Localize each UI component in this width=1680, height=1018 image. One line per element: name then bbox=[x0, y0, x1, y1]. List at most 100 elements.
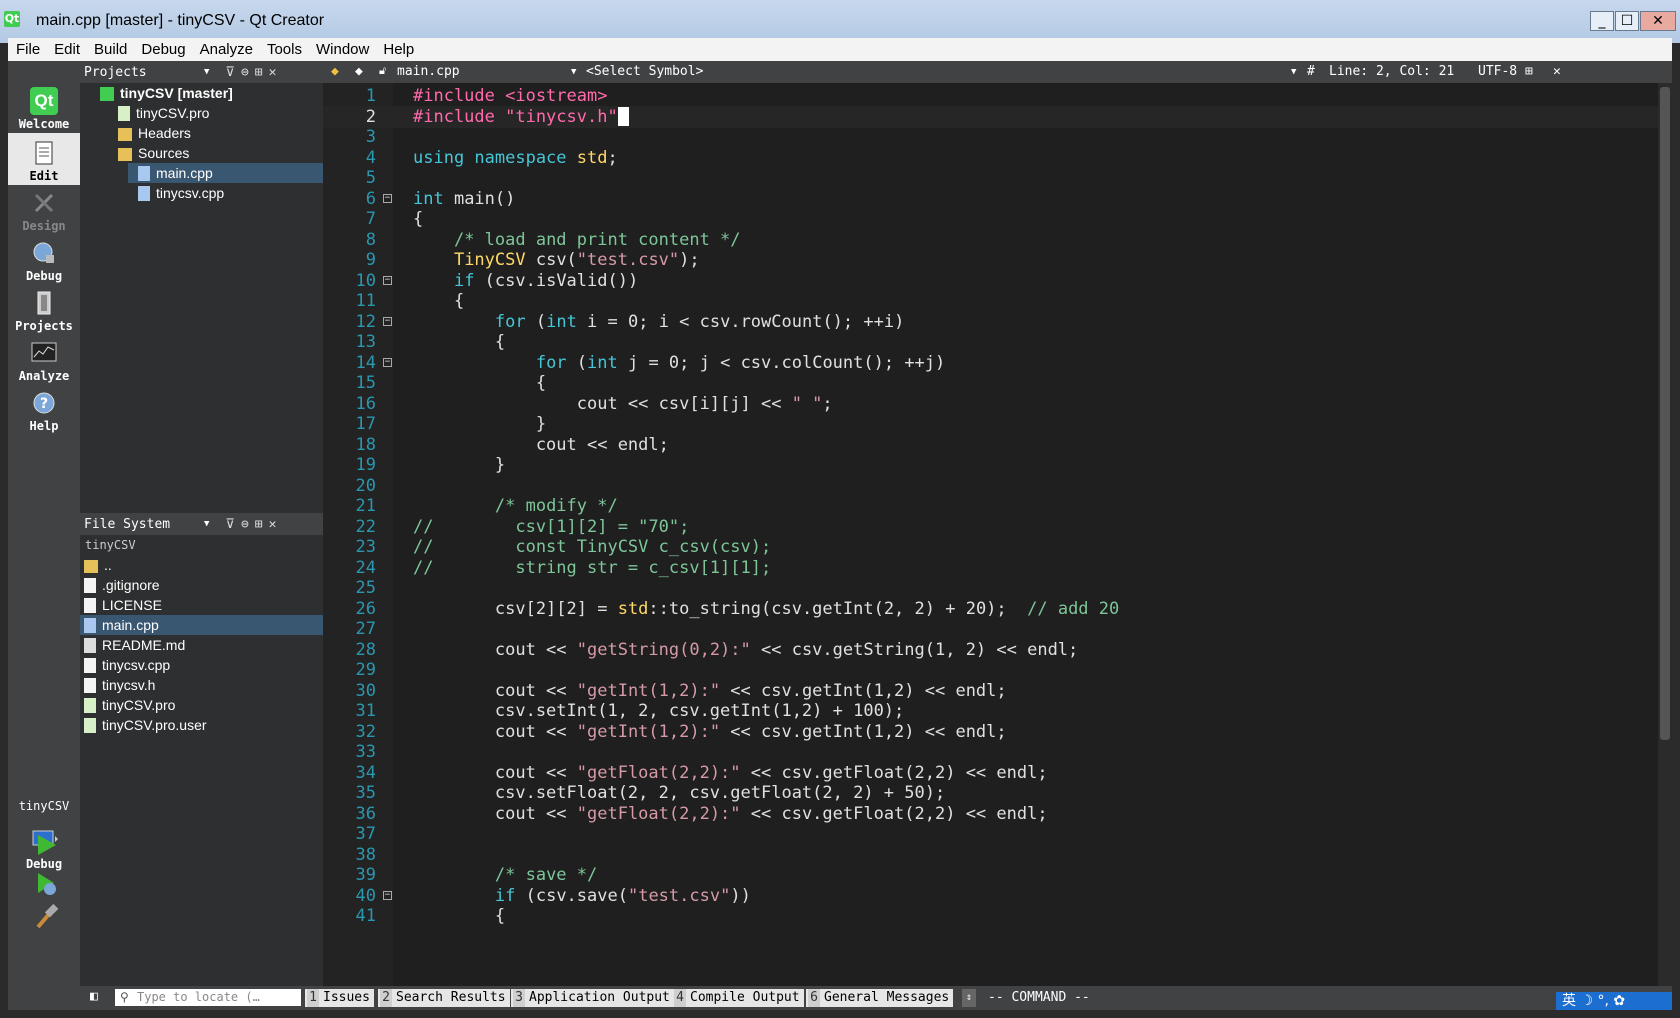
code-line[interactable]: 36 cout << "getFloat(2,2):" << csv.getFl… bbox=[323, 803, 1672, 825]
menu-edit[interactable]: Edit bbox=[46, 41, 86, 58]
code-line[interactable]: 40− if (csv.save("test.csv")) bbox=[323, 885, 1672, 907]
split-icon[interactable]: ⊞ bbox=[1525, 64, 1533, 79]
code-line[interactable]: 10− if (csv.isValid()) bbox=[323, 270, 1672, 292]
code-line[interactable]: 31 csv.setInt(1, 2, csv.getInt(1,2) + 10… bbox=[323, 700, 1672, 722]
code-line[interactable]: 3 bbox=[323, 126, 1672, 148]
output-pane-tab[interactable]: 1 Issues bbox=[305, 989, 374, 1007]
code-line[interactable]: 13 { bbox=[323, 331, 1672, 353]
code-line[interactable]: 29 bbox=[323, 659, 1672, 681]
close-editor-icon[interactable]: ✕ bbox=[1553, 64, 1561, 79]
fold-marker-icon[interactable]: − bbox=[383, 193, 392, 203]
mode-projects[interactable]: Projects bbox=[8, 283, 80, 335]
mode-design[interactable]: Design bbox=[8, 183, 80, 235]
link-sync-icon[interactable]: ⊜ bbox=[241, 65, 249, 80]
chevron-down-icon[interactable]: ▼ bbox=[204, 67, 209, 77]
output-pane-tab[interactable]: 2 Search Results bbox=[378, 989, 510, 1007]
locator-input[interactable]: ⚲ Type to locate (… bbox=[115, 989, 301, 1006]
code-line[interactable]: 8 /* load and print content */ bbox=[323, 229, 1672, 251]
code-line[interactable]: 9 TinyCSV csv("test.csv"); bbox=[323, 249, 1672, 271]
menu-build[interactable]: Build bbox=[86, 41, 133, 58]
code-line[interactable]: 20 bbox=[323, 475, 1672, 497]
symbol-selector[interactable]: <Select Symbol> bbox=[586, 64, 703, 79]
filesystem-item[interactable]: tinyCSV.pro.user bbox=[80, 715, 323, 735]
fold-marker-icon[interactable]: − bbox=[383, 890, 392, 900]
code-line[interactable]: 32 cout << "getInt(1,2):" << csv.getInt(… bbox=[323, 721, 1672, 743]
back-arrow-icon[interactable]: ◆ bbox=[331, 64, 339, 79]
mode-welcome[interactable]: Qt Welcome bbox=[8, 81, 80, 133]
code-line[interactable]: 33 bbox=[323, 741, 1672, 763]
filter-icon[interactable]: ⊽ bbox=[225, 517, 235, 532]
build-hammer-icon[interactable] bbox=[32, 903, 60, 931]
code-line[interactable]: 6− int main() bbox=[323, 188, 1672, 210]
code-line[interactable]: 41 { bbox=[323, 905, 1672, 927]
close-pane-icon[interactable]: ✕ bbox=[269, 65, 277, 80]
maximize-button[interactable]: ☐ bbox=[1615, 11, 1639, 31]
minimize-button[interactable]: _ bbox=[1590, 11, 1614, 31]
more-panes-icon[interactable]: ⇕ bbox=[962, 989, 976, 1007]
code-line[interactable]: 23 // const TinyCSV c_csv(csv); bbox=[323, 536, 1672, 558]
filesystem-item[interactable]: tinycsv.h bbox=[80, 675, 323, 695]
code-line[interactable]: 11 { bbox=[323, 290, 1672, 312]
project-tree-item[interactable]: tinycsv.cpp bbox=[80, 183, 323, 203]
filesystem-item[interactable]: main.cpp bbox=[80, 615, 323, 635]
project-tree-item[interactable]: Headers bbox=[80, 123, 323, 143]
output-pane-tab[interactable]: 4 Compile Output bbox=[672, 989, 804, 1007]
chevron-down-icon[interactable]: ▼ bbox=[571, 67, 576, 77]
project-tree-item[interactable]: main.cpp bbox=[128, 163, 323, 183]
code-line[interactable]: 15 { bbox=[323, 372, 1672, 394]
filesystem-item[interactable]: tinyCSV.pro bbox=[80, 695, 323, 715]
project-tree-item[interactable]: tinyCSV [master] bbox=[80, 83, 323, 103]
code-line[interactable]: 16 cout << csv[i][j] << " "; bbox=[323, 393, 1672, 415]
code-line[interactable]: 2 #include "tinycsv.h" bbox=[323, 105, 1672, 128]
code-line[interactable]: 14− for (int j = 0; j < csv.colCount(); … bbox=[323, 352, 1672, 374]
encoding-label[interactable]: UTF-8 bbox=[1478, 64, 1517, 79]
code-line[interactable]: 18 cout << endl; bbox=[323, 434, 1672, 456]
code-line[interactable]: 24 // string str = c_csv[1][1]; bbox=[323, 557, 1672, 579]
filesystem-item[interactable]: README.md bbox=[80, 635, 323, 655]
output-pane-tab[interactable]: 3 Application Output bbox=[511, 989, 674, 1007]
filter-icon[interactable]: ⊽ bbox=[225, 65, 235, 80]
menu-tools[interactable]: Tools bbox=[259, 41, 308, 58]
filesystem-item[interactable]: .. bbox=[80, 555, 323, 575]
menu-file[interactable]: File bbox=[8, 41, 46, 58]
code-line[interactable]: 26 csv[2][2] = std::to_string(csv.getInt… bbox=[323, 598, 1672, 620]
filesystem-item[interactable]: .gitignore bbox=[80, 575, 323, 595]
menu-analyze[interactable]: Analyze bbox=[192, 41, 259, 58]
chevron-down-icon[interactable]: ▼ bbox=[1291, 67, 1296, 77]
code-line[interactable]: 1 #include <iostream> bbox=[323, 85, 1672, 107]
code-line[interactable]: 17 } bbox=[323, 413, 1672, 435]
menu-help[interactable]: Help bbox=[375, 41, 420, 58]
open-documents-selector[interactable]: main.cpp bbox=[397, 64, 460, 79]
menu-window[interactable]: Window bbox=[308, 41, 375, 58]
code-line[interactable]: 35 csv.setFloat(2, 2, csv.getFloat(2, 2)… bbox=[323, 782, 1672, 804]
run-play-icon[interactable] bbox=[32, 831, 60, 859]
code-line[interactable]: 38 bbox=[323, 844, 1672, 866]
code-line[interactable]: 4 using namespace std; bbox=[323, 147, 1672, 169]
filesystem-item[interactable]: tinycsv.cpp bbox=[80, 655, 323, 675]
project-tree-item[interactable]: Sources bbox=[80, 143, 323, 163]
toggle-sidebar-icon[interactable]: ◧ bbox=[90, 989, 98, 1004]
code-line[interactable]: 21 /* modify */ bbox=[323, 495, 1672, 517]
code-line[interactable]: 22 // csv[1][2] = "70"; bbox=[323, 516, 1672, 538]
mode-analyze[interactable]: Analyze bbox=[8, 333, 80, 385]
close-pane-icon[interactable]: ✕ bbox=[269, 517, 277, 532]
chevron-down-icon[interactable]: ▼ bbox=[204, 519, 209, 529]
code-line[interactable]: 37 bbox=[323, 823, 1672, 845]
scrollbar-thumb[interactable] bbox=[1660, 87, 1670, 740]
code-editor[interactable]: 1 #include <iostream> 2 #include "tinycsv.h… bbox=[323, 83, 1672, 986]
fold-marker-icon[interactable]: − bbox=[383, 316, 392, 326]
fold-marker-icon[interactable]: − bbox=[383, 275, 392, 285]
code-line[interactable]: 28 cout << "getString(0,2):" << csv.getS… bbox=[323, 639, 1672, 661]
forward-arrow-icon[interactable]: ◆ bbox=[355, 64, 363, 79]
filesystem-item[interactable]: LICENSE bbox=[80, 595, 323, 615]
code-line[interactable]: 25 bbox=[323, 577, 1672, 599]
code-line[interactable]: 39 /* save */ bbox=[323, 864, 1672, 886]
code-line[interactable]: 30 cout << "getInt(1,2):" << csv.getInt(… bbox=[323, 680, 1672, 702]
vertical-scrollbar[interactable] bbox=[1658, 83, 1672, 986]
cursor-position[interactable]: Line: 2, Col: 21 bbox=[1329, 64, 1454, 79]
output-pane-tab[interactable]: 6 General Messages bbox=[806, 989, 954, 1007]
split-icon[interactable]: ⊞ bbox=[255, 65, 263, 80]
code-line[interactable]: 7{ bbox=[323, 208, 1672, 230]
code-line[interactable]: 5 bbox=[323, 167, 1672, 189]
code-line[interactable]: 27 bbox=[323, 618, 1672, 640]
